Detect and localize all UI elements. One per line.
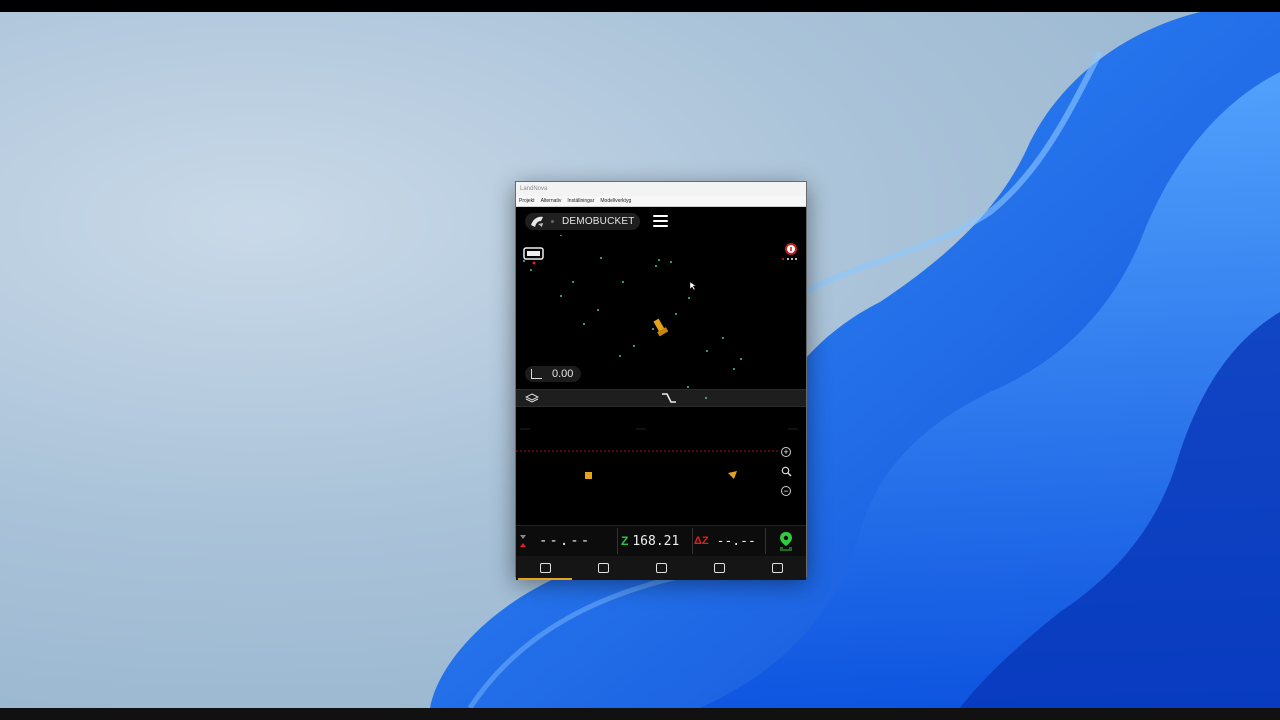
image-view-icon bbox=[713, 563, 725, 573]
landnova-window: LandNova Projekt Alternativ Inställninga… bbox=[515, 181, 807, 580]
machine-view-icon bbox=[523, 247, 544, 265]
tab-image-view[interactable] bbox=[690, 556, 748, 580]
view-tool-strip bbox=[516, 389, 806, 407]
dz-cell: ΔZ --.-- bbox=[693, 526, 765, 556]
window-title: LandNova bbox=[516, 182, 806, 196]
cut-fill-cell: --.-- bbox=[516, 526, 617, 556]
strip-point-icon bbox=[705, 397, 707, 399]
zoom-out-button[interactable]: − bbox=[781, 486, 791, 496]
gps-pin-icon[interactable] bbox=[778, 531, 794, 551]
project-selector[interactable]: DEMOBUCKET bbox=[525, 213, 640, 230]
project-name: DEMOBUCKET bbox=[562, 216, 635, 227]
menu-bar: Projekt Alternativ Inställningar Modellv… bbox=[516, 196, 806, 207]
dz-value: --.-- bbox=[716, 533, 756, 549]
tab-point-view[interactable] bbox=[632, 556, 690, 580]
cut-fill-value: --.-- bbox=[539, 533, 592, 549]
profile-line-icon[interactable] bbox=[661, 392, 677, 404]
zoom-in-button[interactable]: + bbox=[781, 447, 791, 457]
cut-fill-icon bbox=[520, 535, 526, 547]
plan-view[interactable]: 0.00 bbox=[516, 235, 806, 389]
bucket-tip-icon bbox=[728, 471, 737, 479]
section-canvas bbox=[516, 428, 798, 479]
layers-icon[interactable] bbox=[525, 393, 539, 403]
tab-plan-view[interactable] bbox=[516, 556, 574, 580]
dz-label: ΔZ bbox=[694, 535, 709, 547]
tab-profile-view[interactable] bbox=[574, 556, 632, 580]
zoom-fit-icon[interactable] bbox=[781, 466, 792, 477]
plan-view-icon bbox=[539, 563, 551, 573]
gps-cell[interactable] bbox=[766, 526, 806, 556]
menu-projekt[interactable]: Projekt bbox=[519, 196, 535, 206]
bucket-marker-icon bbox=[585, 472, 592, 479]
elevation-icon bbox=[531, 369, 542, 379]
status-dot bbox=[551, 220, 554, 223]
profile-view-icon bbox=[597, 563, 609, 573]
menu-modellverktyg[interactable]: Modellverktyg bbox=[600, 196, 631, 206]
z-cell: Z 168.21 bbox=[618, 526, 692, 556]
level-indicator[interactable]: 0.00 bbox=[525, 366, 581, 382]
level-value: 0.00 bbox=[552, 368, 574, 380]
point-view-icon bbox=[655, 563, 667, 573]
z-value: 168.21 bbox=[632, 533, 680, 549]
z-label: Z bbox=[621, 534, 629, 548]
taskbar bbox=[0, 708, 1280, 720]
machine-logo-icon bbox=[531, 216, 543, 227]
excavator-marker-icon bbox=[653, 318, 669, 337]
menu-alternativ[interactable]: Alternativ bbox=[541, 196, 562, 206]
info-icon bbox=[782, 243, 797, 260]
mouse-cursor-icon bbox=[689, 281, 697, 291]
top-bar: DEMOBUCKET bbox=[516, 207, 806, 235]
menu-installningar[interactable]: Inställningar bbox=[567, 196, 594, 206]
hamburger-icon[interactable] bbox=[653, 215, 668, 227]
tab-location-view[interactable] bbox=[748, 556, 806, 580]
location-view-icon bbox=[771, 563, 783, 573]
bottom-tab-bar bbox=[516, 556, 806, 580]
status-bar: --.-- Z 168.21 ΔZ --.-- bbox=[516, 525, 806, 556]
section-view[interactable]: + − bbox=[516, 407, 806, 525]
